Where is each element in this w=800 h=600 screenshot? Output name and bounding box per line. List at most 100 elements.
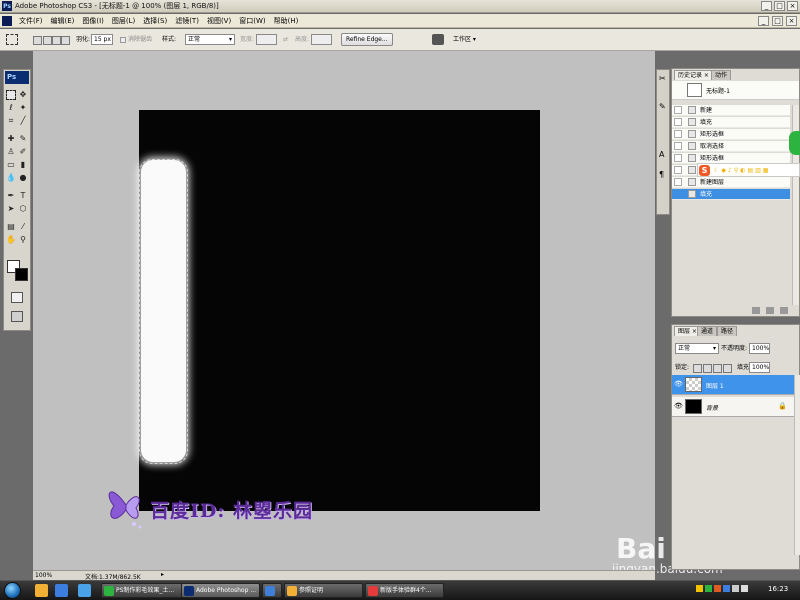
quick-mask-icon[interactable] — [11, 292, 23, 303]
crop-tool-icon[interactable]: ⌗ — [6, 116, 16, 126]
feather-input[interactable]: 15 px — [91, 34, 113, 45]
trash-icon[interactable] — [780, 307, 788, 314]
network-icon[interactable] — [732, 585, 739, 592]
status-arrow-icon[interactable]: ▸ — [161, 571, 164, 578]
taskbar-task[interactable] — [262, 583, 282, 598]
lock-transparency-icon[interactable] — [693, 364, 702, 373]
blur-tool-icon[interactable]: 💧 — [6, 173, 16, 183]
menu-file[interactable]: 文件(F) — [15, 16, 47, 26]
shape-tool-icon[interactable]: ⬡ — [18, 204, 28, 214]
layer-row-selected[interactable]: 👁 图层 1 — [672, 375, 794, 395]
doc-close-button[interactable]: × — [786, 16, 797, 26]
maximize-button[interactable]: □ — [774, 1, 785, 11]
blend-mode-select[interactable]: 正常 ▾ — [675, 343, 719, 354]
refine-edge-button[interactable]: Refine Edge... — [341, 33, 393, 46]
zoom-level[interactable]: 100% — [35, 572, 52, 579]
floating-green-widget[interactable] — [789, 131, 800, 155]
doc-restore-button[interactable]: □ — [772, 16, 783, 26]
add-selection-icon[interactable] — [43, 36, 52, 45]
move-tool-icon[interactable]: ✥ — [18, 90, 28, 100]
new-snapshot-icon[interactable] — [766, 307, 774, 314]
pen-tool-icon[interactable]: ✒ — [6, 191, 16, 201]
layers-scrollbar[interactable] — [794, 375, 800, 555]
menu-filter[interactable]: 滤镜(T) — [171, 16, 203, 26]
menu-edit[interactable]: 编辑(E) — [47, 16, 79, 26]
volume-icon[interactable] — [741, 585, 748, 592]
history-item[interactable]: 新建 — [672, 105, 790, 116]
slice-tool-icon[interactable]: ╱ — [18, 116, 28, 126]
ime-toolbar-icons[interactable]: ☾◆♪⚲◐▤▥▦ — [714, 167, 798, 174]
taskbar-task-active[interactable]: Adobe Photoshop ... — [181, 583, 260, 598]
tray-icon[interactable] — [723, 585, 730, 592]
healing-brush-icon[interactable]: ✚ — [6, 134, 16, 144]
layer-row[interactable]: 👁 背景 🔒 — [672, 397, 794, 417]
history-brush-icon[interactable]: ✐ — [18, 147, 28, 157]
menu-select[interactable]: 选择(S) — [139, 16, 171, 26]
rect-marquee-tool-icon[interactable] — [6, 90, 16, 100]
antialias-checkbox[interactable] — [120, 37, 126, 43]
opacity-input[interactable]: 100% — [749, 343, 770, 354]
brush-tool-icon[interactable]: ✎ — [18, 134, 28, 144]
eye-icon[interactable]: 👁 — [674, 380, 683, 388]
type-tool-icon[interactable]: T — [18, 191, 28, 201]
screen-mode-icon[interactable] — [11, 311, 23, 322]
canvas[interactable] — [139, 110, 540, 511]
stamp-tool-icon[interactable]: ♙ — [6, 147, 16, 157]
menu-image[interactable]: 图像(I) — [78, 16, 108, 26]
folder-quicklaunch-icon[interactable] — [35, 584, 48, 597]
history-item[interactable]: 取消选择 — [672, 141, 790, 152]
subtract-selection-icon[interactable] — [52, 36, 61, 45]
tab-channels[interactable]: 通道 — [697, 326, 718, 336]
menu-window[interactable]: 窗口(W) — [235, 16, 269, 26]
path-select-icon[interactable]: ➤ — [6, 204, 16, 214]
notes-tool-icon[interactable]: ▤ — [6, 222, 16, 232]
tray-icon[interactable] — [714, 585, 721, 592]
style-select[interactable]: 正常 ▾ — [185, 34, 235, 45]
width-input[interactable] — [256, 34, 277, 45]
menu-help[interactable]: 帮助(H) — [270, 16, 303, 26]
menu-view[interactable]: 视图(V) — [203, 16, 235, 26]
history-snapshot[interactable]: 无标题-1 — [672, 81, 799, 100]
taskbar-task[interactable]: 新版手体验群4个... — [365, 583, 444, 598]
history-item-selected[interactable]: 填充 — [672, 189, 790, 200]
eraser-tool-icon[interactable]: ▭ — [6, 160, 16, 170]
close-button[interactable]: × — [787, 1, 798, 11]
lock-position-icon[interactable] — [713, 364, 722, 373]
eye-icon[interactable]: 👁 — [674, 402, 683, 410]
tray-icon[interactable] — [696, 585, 703, 592]
history-item[interactable]: 新建图层 — [672, 177, 790, 188]
history-item[interactable]: 矩形选框 — [672, 129, 790, 140]
tray-icon[interactable] — [705, 585, 712, 592]
taskbar-task[interactable]: 参照证明 — [284, 583, 363, 598]
clock[interactable]: 16:23 — [768, 585, 788, 593]
swap-icon[interactable]: ⇄ — [283, 34, 288, 45]
hand-tool-icon[interactable]: ✋ — [6, 235, 16, 245]
tools-preset-icon[interactable]: ✂ — [659, 74, 668, 83]
eyedropper-icon[interactable]: ⁄ — [18, 222, 28, 232]
paragraph-panel-icon[interactable]: ¶ — [659, 170, 668, 179]
lock-pixels-icon[interactable] — [703, 364, 712, 373]
intersect-selection-icon[interactable] — [61, 36, 70, 45]
zoom-tool-icon[interactable]: ⚲ — [18, 235, 28, 245]
marquee-tool-preset-icon[interactable] — [6, 34, 18, 45]
character-panel-icon[interactable]: A — [659, 150, 668, 159]
tab-history[interactable]: 历史记录 × — [674, 70, 713, 80]
background-color-swatch[interactable] — [15, 268, 28, 281]
history-item[interactable]: 填充 — [672, 117, 790, 128]
gradient-tool-icon[interactable]: ▮ — [18, 160, 28, 170]
fill-input[interactable]: 100% — [749, 362, 770, 373]
input-method-toolbar[interactable]: S ☾◆♪⚲◐▤▥▦ — [697, 163, 800, 177]
height-input[interactable] — [311, 34, 332, 45]
tab-paths[interactable]: 路径 — [717, 326, 738, 336]
palette-well-icon[interactable] — [432, 34, 444, 45]
taskbar-task[interactable]: PS制作彩毛效果_土... — [101, 583, 183, 598]
lock-all-icon[interactable] — [723, 364, 732, 373]
doc-minimize-button[interactable]: _ — [758, 16, 769, 26]
dodge-tool-icon[interactable]: ● — [18, 173, 28, 183]
desktop-quicklaunch-icon[interactable] — [78, 584, 91, 597]
magic-wand-icon[interactable]: ✦ — [18, 103, 28, 113]
tab-actions[interactable]: 动作 — [711, 70, 732, 80]
new-document-from-state-icon[interactable] — [752, 307, 760, 314]
workspace-menu[interactable]: 工作区 ▾ — [453, 34, 476, 45]
minimize-button[interactable]: _ — [761, 1, 772, 11]
